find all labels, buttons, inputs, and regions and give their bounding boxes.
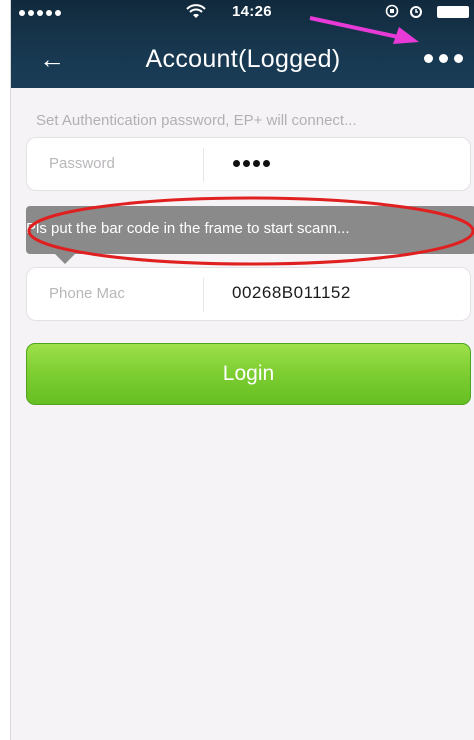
password-value (233, 160, 270, 167)
field-divider (203, 278, 204, 312)
field-divider (203, 148, 204, 182)
password-label: Password (49, 155, 115, 172)
phone-screen: 14:26 ← Account(Logged) Set Authenticati… (10, 0, 474, 740)
wifi-icon (186, 4, 206, 18)
phone-mac-label: Phone Mac (49, 285, 125, 302)
login-button[interactable]: Login (26, 343, 471, 405)
status-time: 14:26 (232, 3, 272, 20)
form-hint: Set Authentication password, EP+ will co… (36, 112, 357, 129)
battery-icon (437, 6, 469, 18)
phone-mac-field[interactable]: Phone Mac 00268B011152 (26, 267, 471, 321)
signal-dots-icon (19, 10, 61, 16)
password-field[interactable]: Password (26, 137, 471, 191)
phone-mac-value: 00268B011152 (232, 283, 351, 302)
magenta-arrow-annotation (309, 16, 419, 44)
red-ellipse-annotation (27, 196, 474, 266)
